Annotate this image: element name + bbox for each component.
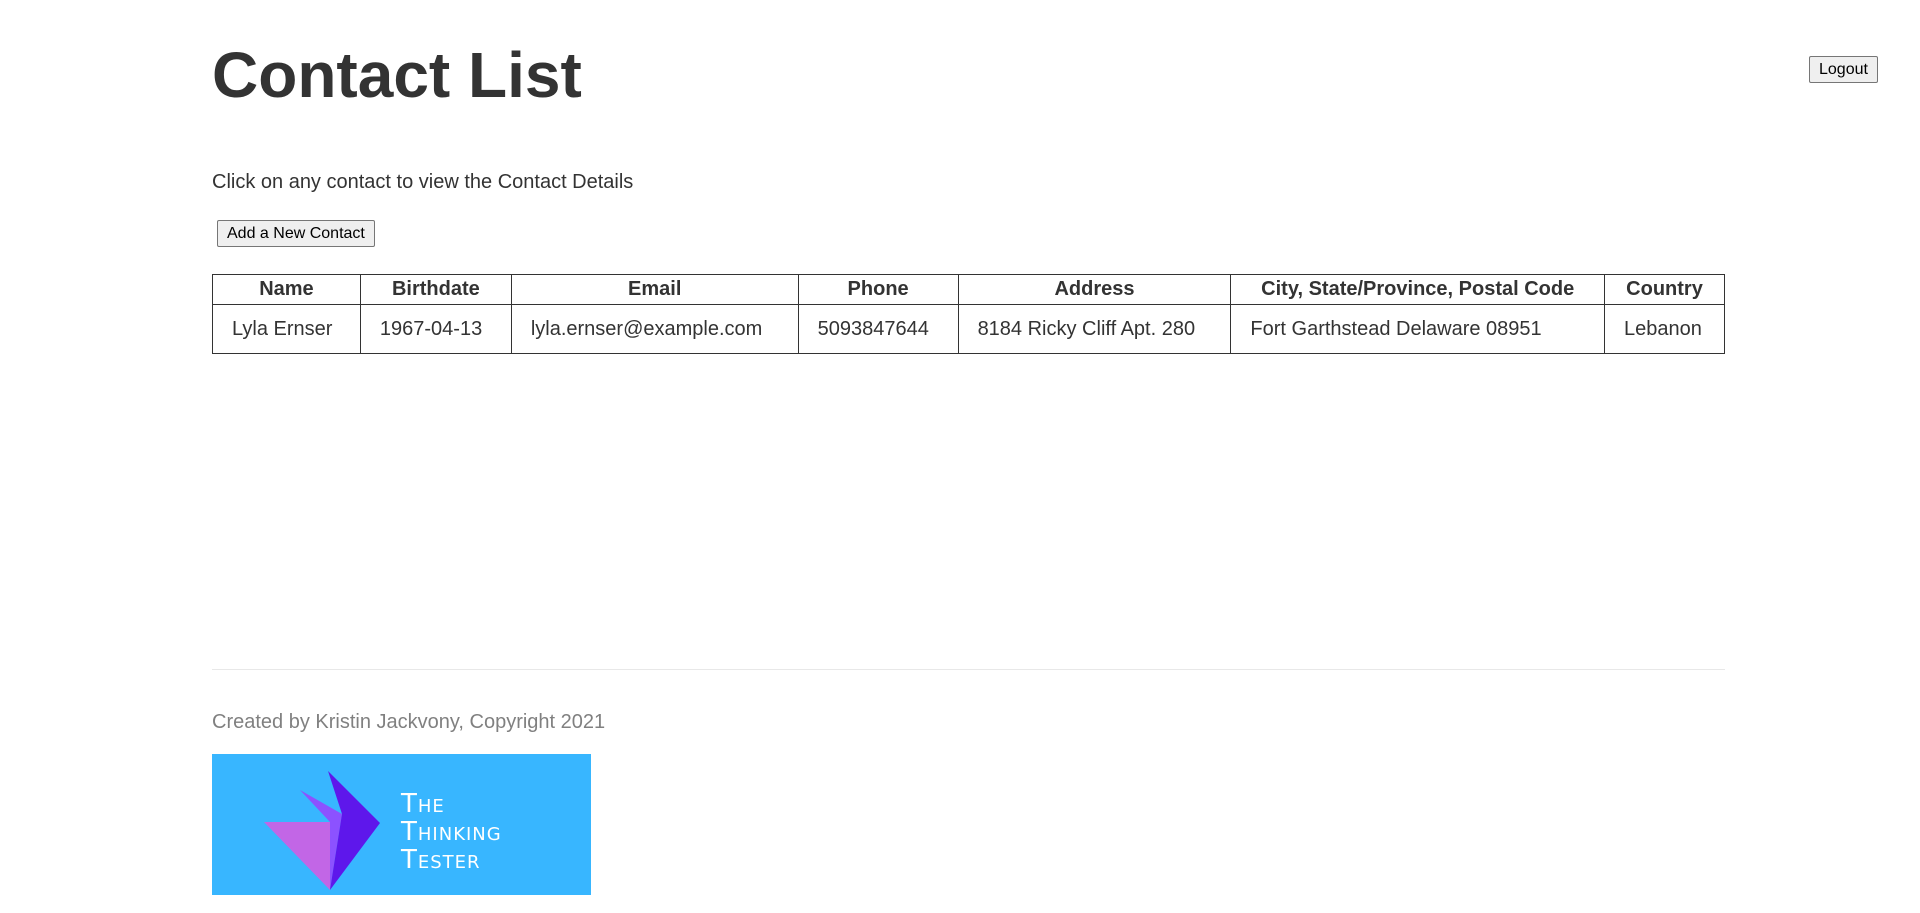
thinking-tester-logo: The Thinking Tester: [212, 754, 591, 895]
column-header-city-state-postal: City, State/Province, Postal Code: [1230, 274, 1605, 305]
cell-birthdate[interactable]: 1967-04-13: [359, 304, 512, 354]
contact-list-page: Logout Contact List Click on any contact…: [0, 0, 1920, 913]
logo-text-line-2: Thinking: [400, 817, 502, 847]
table-row[interactable]: Lyla Ernser 1967-04-13 lyla.ernser@examp…: [212, 304, 1725, 354]
contacts-table: Name Birthdate Email Phone Address City,…: [212, 274, 1725, 354]
logo-text-line-3: Tester: [400, 845, 481, 875]
page-title: Contact List: [212, 39, 582, 111]
footer-divider: [212, 669, 1725, 670]
table-header-row: Name Birthdate Email Phone Address City,…: [212, 274, 1725, 305]
cell-address[interactable]: 8184 Ricky Cliff Apt. 280: [957, 304, 1232, 354]
column-header-email: Email: [510, 274, 799, 305]
cell-city-state-postal[interactable]: Fort Garthstead Delaware 08951: [1230, 304, 1605, 354]
instructions-text: Click on any contact to view the Contact…: [212, 171, 634, 193]
footer-credit: Created by Kristin Jackvony, Copyright 2…: [212, 711, 606, 733]
column-header-name: Name: [212, 274, 361, 305]
column-header-phone: Phone: [797, 274, 959, 305]
logout-button[interactable]: Logout: [1809, 56, 1878, 83]
column-header-birthdate: Birthdate: [359, 274, 512, 305]
logo-text-line-1: The: [400, 789, 445, 819]
column-header-country: Country: [1604, 274, 1725, 305]
add-contact-button[interactable]: Add a New Contact: [217, 220, 375, 247]
column-header-address: Address: [957, 274, 1232, 305]
cell-country[interactable]: Lebanon: [1604, 304, 1725, 354]
cell-email[interactable]: lyla.ernser@example.com: [510, 304, 799, 354]
cell-phone[interactable]: 5093847644: [797, 304, 959, 354]
cell-name[interactable]: Lyla Ernser: [212, 304, 361, 354]
